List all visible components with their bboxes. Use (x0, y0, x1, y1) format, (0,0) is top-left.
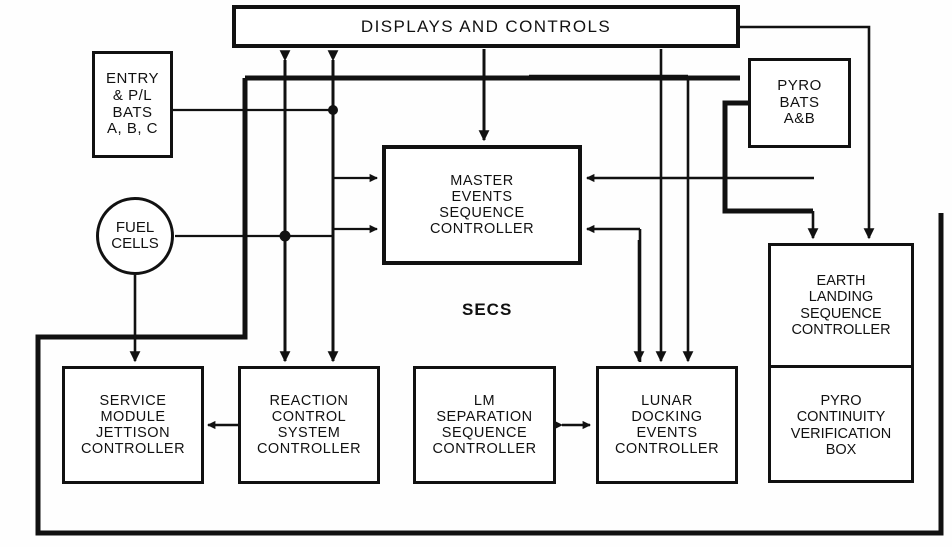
lunar-docking-line-4: CONTROLLER (614, 441, 720, 458)
secs-label-text: SECS (462, 300, 513, 319)
node-fuel-cells[interactable]: FUEL CELLS (96, 197, 174, 275)
node-service-module-jettison-controller[interactable]: SERVICE MODULE JETTISON CONTROLLER (62, 366, 204, 484)
pyro-bats-line-3: A&B (783, 110, 816, 128)
earth-landing-line-1: EARTH (816, 272, 866, 289)
reaction-control-line-2: CONTROL (271, 408, 347, 425)
master-events-line-2: EVENTS (451, 188, 513, 205)
pyro-continuity-line-4: BOX (825, 441, 857, 458)
node-displays-and-controls[interactable]: DISPLAYS AND CONTROLS (232, 5, 740, 48)
pyro-bats-line-2: BATS (779, 93, 820, 111)
node-earth-landing-sequence-controller[interactable]: EARTH LANDING SEQUENCE CONTROLLER (771, 246, 911, 368)
master-events-line-4: CONTROLLER (429, 221, 535, 238)
dc-reaction-links (279, 50, 339, 363)
earth-landing-line-2: LANDING (808, 289, 874, 306)
node-pyro-bats[interactable]: PYRO BATS A&B (748, 58, 851, 148)
entry-bats-line-3: BATS (112, 103, 153, 121)
pyro-continuity-line-3: VERIFICATION (790, 425, 892, 442)
lunar-docking-line-1: LUNAR (641, 392, 693, 409)
entry-bats-to-master (173, 108, 378, 183)
secs-block-diagram: DISPLAYS AND CONTROLS ENTRY & P/L BATS A… (0, 0, 952, 547)
junction-dots (279, 105, 338, 242)
lunar-docking-line-2: DOCKING (631, 408, 703, 425)
pyro-bats-line-1: PYRO (777, 76, 822, 94)
secs-section-label: SECS (462, 300, 512, 320)
service-module-line-2: MODULE (100, 408, 166, 425)
master-events-line-3: SEQUENCE (439, 205, 525, 221)
node-reaction-control-system-controller[interactable]: REACTION CONTROL SYSTEM CONTROLLER (238, 366, 380, 484)
lm-separation-line-3: SEQUENCE (441, 425, 528, 441)
earth-landing-line-4: CONTROLLER (791, 321, 891, 338)
fuel-cells-line-1: FUEL (115, 218, 155, 236)
lm-separation-line-1: LM (473, 392, 496, 409)
entry-bats-line-4: A, B, C (106, 120, 158, 138)
reaction-control-line-1: REACTION (269, 392, 349, 409)
fuel-cells-line-2: CELLS (111, 235, 159, 252)
entry-bats-line-1: ENTRY (105, 69, 160, 87)
pyro-continuity-line-1: PYRO (820, 392, 862, 409)
earth-landing-line-3: SEQUENCE (800, 305, 882, 322)
lm-separation-line-2: SEPARATION (436, 408, 533, 425)
pyro-continuity-line-2: CONTINUITY (796, 409, 886, 426)
service-module-line-4: CONTROLLER (80, 441, 186, 458)
master-events-line-1: MASTER (450, 172, 514, 189)
reaction-control-line-4: CONTROLLER (256, 441, 362, 458)
node-master-events-sequence-controller[interactable]: MASTER EVENTS SEQUENCE CONTROLLER (382, 145, 582, 265)
reaction-control-line-3: SYSTEM (277, 425, 341, 441)
fuel-cells-to-master (175, 224, 378, 238)
displays-and-controls-label: DISPLAYS AND CONTROLS (360, 16, 612, 36)
lm-separation-line-4: CONTROLLER (432, 441, 537, 458)
node-pyro-continuity-verification-box[interactable]: PYRO CONTINUITY VERIFICATION BOX (771, 368, 911, 483)
node-right-stack: EARTH LANDING SEQUENCE CONTROLLER PYRO C… (768, 243, 914, 483)
node-lm-separation-sequence-controller[interactable]: LM SEPARATION SEQUENCE CONTROLLER (413, 366, 556, 484)
service-module-line-3: JETTISON (95, 425, 171, 441)
lunar-docking-line-3: EVENTS (636, 425, 698, 441)
node-entry-pl-bats[interactable]: ENTRY & P/L BATS A, B, C (92, 51, 173, 158)
entry-bats-line-2: & P/L (112, 86, 153, 104)
service-module-line-1: SERVICE (99, 392, 167, 409)
node-lunar-docking-events-controller[interactable]: LUNAR DOCKING EVENTS CONTROLLER (596, 366, 738, 484)
